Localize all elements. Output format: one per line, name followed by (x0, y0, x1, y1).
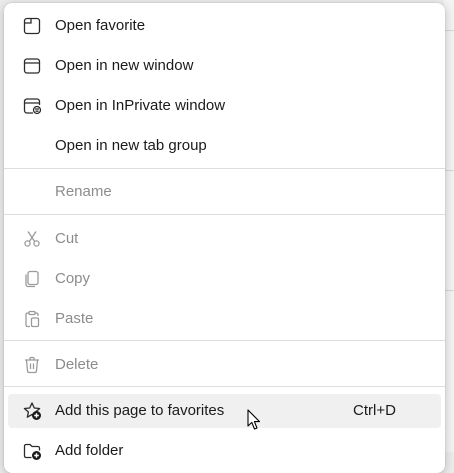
menu-item-label: Open favorite (55, 17, 146, 34)
menu-divider (4, 214, 445, 215)
menu-item-label: Delete (55, 356, 99, 373)
background-divider (444, 30, 454, 31)
menu-item-add-folder[interactable]: Add folder (8, 434, 441, 468)
clipboard-icon (22, 309, 42, 329)
menu-item-label: Copy (55, 270, 91, 287)
menu-item-label: Add folder (55, 442, 124, 459)
mouse-pointer-icon (247, 409, 261, 430)
menu-item-label: Open in InPrivate window (55, 97, 226, 114)
folder-add-icon (22, 441, 42, 461)
menu-item-open-in-inprivate-window[interactable]: Open in InPrivate window (8, 89, 441, 123)
menu-item-add-this-page-to-favorites[interactable]: Add this page to favorites Ctrl+D (8, 394, 441, 428)
favorites-context-menu: Open favorite Open in new window Open in… (4, 3, 445, 473)
menu-item-open-favorite[interactable]: Open favorite (8, 9, 441, 43)
tab-icon (22, 16, 42, 36)
star-add-icon (22, 401, 42, 421)
menu-item-delete[interactable]: Delete (8, 348, 441, 382)
inprivate-window-icon (22, 96, 42, 116)
menu-item-rename[interactable]: Rename (8, 175, 441, 209)
copy-icon (22, 269, 42, 289)
menu-item-label: Rename (55, 183, 112, 200)
background-divider (444, 170, 454, 171)
menu-item-paste[interactable]: Paste (8, 302, 441, 336)
background-app-edge (444, 0, 454, 452)
menu-item-cut[interactable]: Cut (8, 222, 441, 256)
background-divider (444, 290, 454, 291)
menu-item-open-in-new-window[interactable]: Open in new window (8, 49, 441, 83)
menu-item-label: Paste (55, 310, 94, 327)
menu-item-open-in-new-tab-group[interactable]: Open in new tab group (8, 129, 441, 163)
menu-item-label: Open in new window (55, 57, 194, 74)
trash-icon (22, 355, 42, 375)
menu-divider (4, 386, 445, 387)
window-icon (22, 56, 42, 76)
menu-divider (4, 340, 445, 341)
menu-item-label: Add this page to favorites (55, 402, 225, 419)
keyboard-shortcut: Ctrl+D (353, 402, 396, 419)
menu-item-label: Cut (55, 230, 79, 247)
menu-item-label: Open in new tab group (55, 137, 207, 154)
scissors-icon (22, 229, 42, 249)
menu-item-copy[interactable]: Copy (8, 262, 441, 296)
menu-divider (4, 168, 445, 169)
